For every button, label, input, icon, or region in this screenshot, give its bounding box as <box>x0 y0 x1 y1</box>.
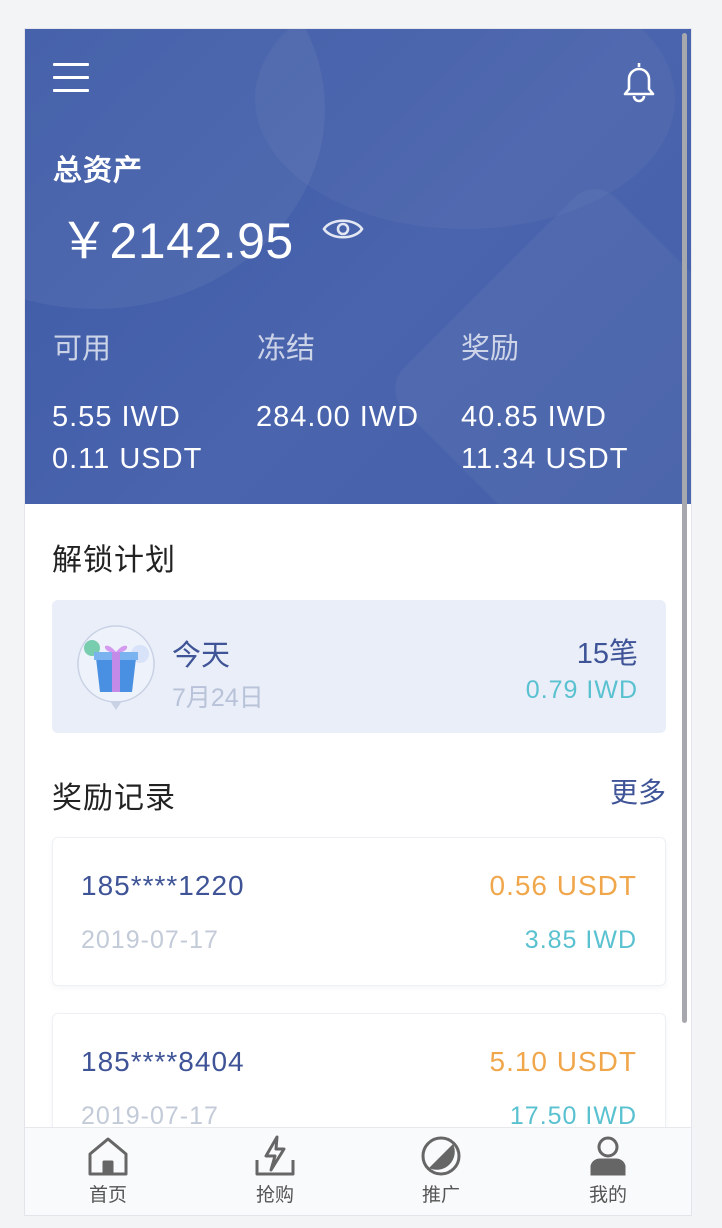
tab-label: 首页 <box>88 1185 127 1206</box>
reward-label: 奖励 <box>461 333 520 365</box>
tab-label: 抢购 <box>255 1185 294 1206</box>
profile-icon <box>586 1134 630 1178</box>
available-iwd: 5.55 IWD <box>52 401 181 433</box>
record-phone: 185****1220 <box>81 870 245 901</box>
tab-promote[interactable]: 推广 <box>381 1134 501 1207</box>
scrollbar[interactable] <box>682 33 687 1023</box>
menu-icon[interactable] <box>53 63 89 93</box>
tab-label: 我的 <box>588 1185 627 1206</box>
bell-icon[interactable] <box>621 59 657 103</box>
tab-label: 推广 <box>421 1185 460 1206</box>
record-usdt: 5.10 USDT <box>489 1046 637 1077</box>
bottom-tab-bar: 首页 抢购 推广 我的 <box>25 1127 691 1215</box>
assets-header: 总资产 ￥2142.95 可用 冻结 奖励 5.55 IWD 0.11 USDT… <box>25 29 691 504</box>
tab-home[interactable]: 首页 <box>48 1134 168 1207</box>
unlock-plan-title: 解锁计划 <box>52 544 176 577</box>
unlock-day: 今天 <box>172 640 231 672</box>
record-iwd: 3.85 IWD <box>524 926 637 954</box>
record-phone: 185****8404 <box>81 1046 245 1077</box>
flash-buy-icon <box>253 1134 297 1178</box>
unlock-count: 15笔 <box>576 638 638 670</box>
total-assets-amount: ￥2142.95 <box>59 213 294 269</box>
reward-iwd: 40.85 IWD <box>461 401 607 433</box>
tab-profile[interactable]: 我的 <box>548 1134 668 1207</box>
unlock-plan-card[interactable]: 今天 7月24日 15笔 0.79 IWD <box>52 600 666 733</box>
home-icon <box>86 1134 130 1178</box>
promote-icon <box>419 1134 463 1178</box>
frozen-label: 冻结 <box>257 333 316 365</box>
reward-record-card[interactable]: 185****1220 2019-07-17 0.56 USDT 3.85 IW… <box>52 837 666 986</box>
record-date: 2019-07-17 <box>81 926 219 954</box>
reward-usdt: 11.34 USDT <box>461 443 629 475</box>
more-link[interactable]: 更多 <box>610 771 666 811</box>
tab-flash-buy[interactable]: 抢购 <box>215 1134 335 1207</box>
unlock-amount: 0.79 IWD <box>525 676 638 704</box>
reward-records-title: 奖励记录 <box>52 782 176 815</box>
app-screen: 总资产 ￥2142.95 可用 冻结 奖励 5.55 IWD 0.11 USDT… <box>24 28 692 1216</box>
available-label: 可用 <box>53 333 112 365</box>
frozen-iwd: 284.00 IWD <box>256 401 420 433</box>
gift-icon <box>76 624 160 716</box>
available-usdt: 0.11 USDT <box>52 443 203 475</box>
unlock-date: 7月24日 <box>172 684 264 712</box>
eye-icon[interactable] <box>321 213 365 245</box>
record-usdt: 0.56 USDT <box>489 870 637 901</box>
total-assets-label: 总资产 <box>53 155 144 187</box>
